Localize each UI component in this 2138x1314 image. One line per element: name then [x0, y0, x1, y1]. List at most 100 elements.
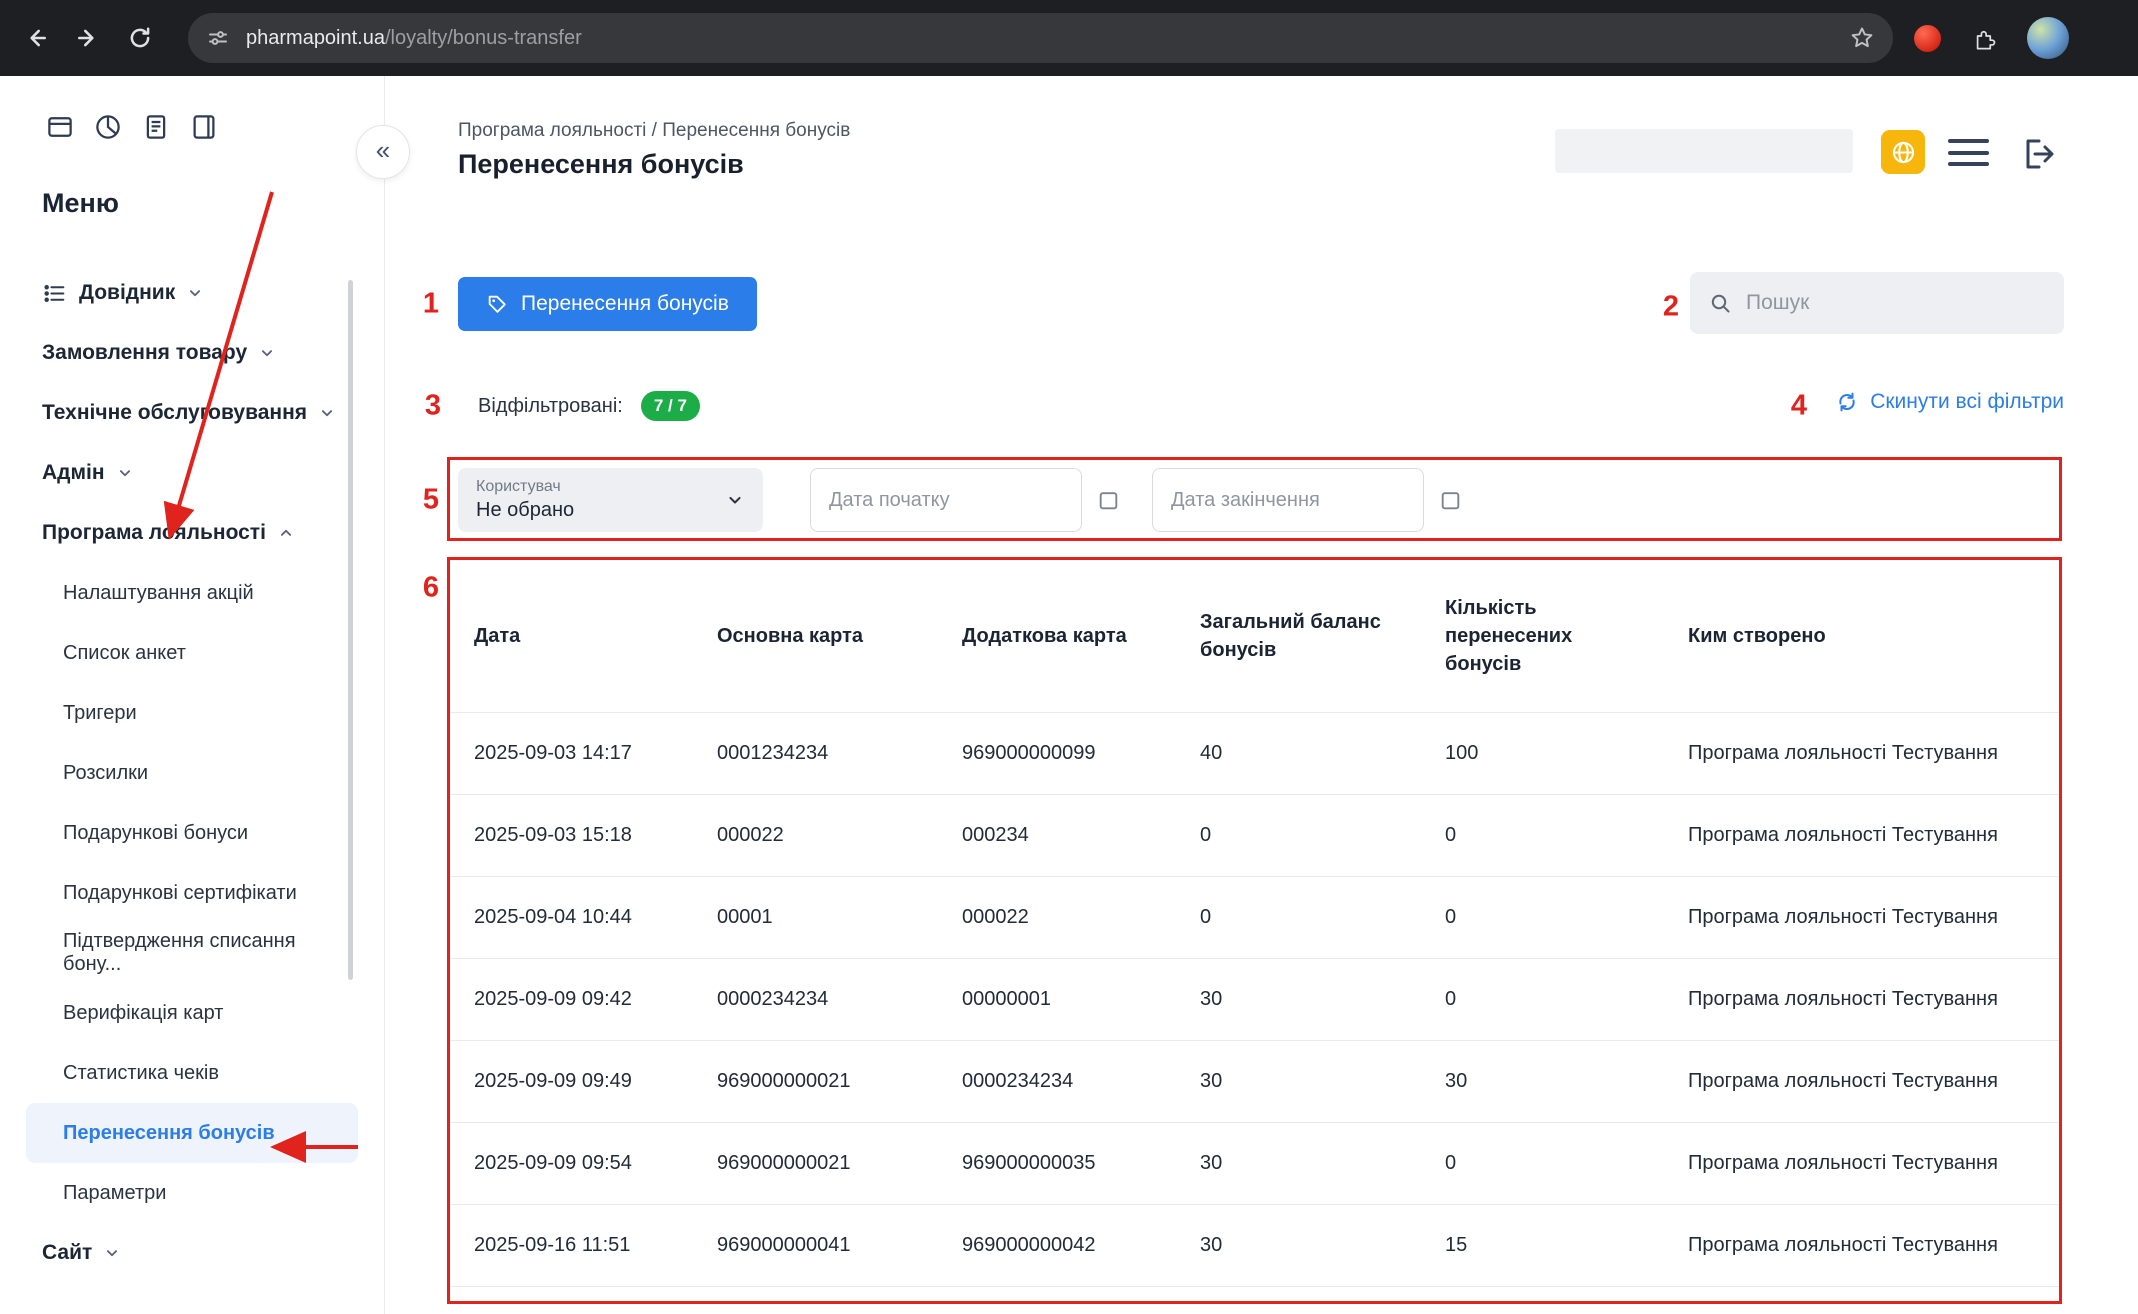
table-row[interactable]: 2025-09-09 09:42000023423400000001300Про…: [447, 959, 2062, 1041]
table-row[interactable]: 2025-09-03 14:17000123423496900000009940…: [447, 713, 2062, 795]
table-cell: 0000234234: [717, 988, 962, 1011]
sidebar-subitem[interactable]: Подарункові сертифікати: [26, 863, 358, 923]
search-input[interactable]: [1744, 290, 2046, 316]
table-body: 2025-09-03 14:17000123423496900000009940…: [447, 713, 2062, 1287]
date-end-input[interactable]: [1152, 468, 1424, 532]
site-settings-icon[interactable]: [206, 26, 230, 50]
table-cell: 30: [1200, 1152, 1445, 1175]
profile-avatar[interactable]: [2027, 17, 2069, 59]
date-end-field[interactable]: [1169, 488, 1438, 513]
chevron-down-icon: [725, 490, 745, 510]
sidebar-nav: Довідник Замовлення товару Технічне обсл…: [0, 263, 384, 1283]
table-cell: 000022: [962, 906, 1200, 929]
sidebar-item-maintenance[interactable]: Технічне обслуговування: [0, 383, 384, 443]
table-cell: 2025-09-03 15:18: [474, 824, 717, 847]
table-cell: 0: [1200, 906, 1445, 929]
table-cell: Програма лояльності Тестування: [1688, 988, 2035, 1011]
table-cell: 969000000021: [717, 1152, 962, 1175]
window-icon[interactable]: [45, 112, 75, 142]
column-header: Основна карта: [717, 622, 962, 650]
annotation-number-6: 6: [423, 572, 439, 605]
table-cell: 00000001: [962, 988, 1200, 1011]
table-cell: 2025-09-09 09:42: [474, 988, 717, 1011]
table-cell: 0: [1445, 988, 1688, 1011]
date-start-field[interactable]: [827, 488, 1096, 513]
logout-button[interactable]: [2018, 133, 2060, 175]
table-cell: 969000000021: [717, 1070, 962, 1093]
tag-icon: [486, 293, 508, 315]
table-row[interactable]: 2025-09-04 10:440000100002200Програма ло…: [447, 877, 2062, 959]
sidebar-item-label: Технічне обслуговування: [42, 401, 307, 425]
sidebar-item-loyalty[interactable]: Програма лояльності: [0, 503, 384, 563]
sidebar-item-label: Адмін: [42, 461, 105, 485]
sidebar-subitem[interactable]: Подарункові бонуси: [26, 803, 358, 863]
list-icon: [42, 281, 67, 306]
transfer-bonuses-button[interactable]: Перенесення бонусів: [458, 277, 757, 331]
sidebar-subitem[interactable]: Підтвердження списання бону...: [26, 923, 358, 983]
sidebar-subitem[interactable]: Налаштування акцій: [26, 563, 358, 623]
browser-forward-button[interactable]: [66, 16, 110, 60]
table-cell: 000022: [717, 824, 962, 847]
table-cell: 2025-09-16 11:51: [474, 1234, 717, 1257]
table-cell: 0: [1445, 824, 1688, 847]
main-content: Програма лояльності / Перенесення бонусі…: [385, 76, 2138, 1314]
table-row[interactable]: 2025-09-09 09:54969000000021969000000035…: [447, 1123, 2062, 1205]
sidebar-subitem[interactable]: Статистика чеків: [26, 1043, 358, 1103]
sync-icon: [1835, 390, 1859, 414]
annotation-number-3: 3: [425, 390, 441, 423]
table-cell: 2025-09-03 14:17: [474, 742, 717, 765]
sidebar-item-site[interactable]: Сайт: [0, 1223, 384, 1283]
sidebar-item-label: Замовлення товару: [42, 341, 247, 365]
bookmark-star-icon[interactable]: [1849, 25, 1875, 51]
search-box[interactable]: [1690, 272, 2064, 334]
sidebar-subitem[interactable]: Тригери: [26, 683, 358, 743]
extensions-puzzle-icon[interactable]: [1961, 16, 2005, 60]
browser-back-button[interactable]: [14, 16, 58, 60]
chevron-down-icon: [116, 464, 134, 482]
browser-window: pharmapoint.ua/loyalty/bonus-transfer Ме…: [0, 0, 2138, 1314]
book-icon[interactable]: [189, 112, 219, 142]
url-path: /loyalty/bonus-transfer: [385, 27, 582, 49]
table-row[interactable]: 2025-09-16 11:51969000000041969000000042…: [447, 1205, 2062, 1287]
table-row[interactable]: 2025-09-09 09:49969000000021000023423430…: [447, 1041, 2062, 1123]
table-row[interactable]: 2025-09-03 15:1800002200023400Програма л…: [447, 795, 2062, 877]
sidebar-subitem[interactable]: Перенесення бонусів: [26, 1103, 358, 1163]
pie-chart-icon[interactable]: [93, 112, 123, 142]
annotation-number-1: 1: [423, 288, 439, 321]
sidebar-subitem[interactable]: Розсилки: [26, 743, 358, 803]
browser-reload-button[interactable]: [118, 16, 162, 60]
user-filter-dropdown[interactable]: Користувач Не обрано: [458, 468, 763, 532]
table-cell: Програма лояльності Тестування: [1688, 1152, 2035, 1175]
adblock-extension-icon[interactable]: [1905, 16, 1949, 60]
hamburger-menu-icon[interactable]: [1948, 139, 1989, 166]
table-cell: 0: [1200, 824, 1445, 847]
table-cell: 0: [1445, 906, 1688, 929]
sidebar-item-label: Програма лояльності: [42, 521, 266, 545]
table-cell: 969000000099: [962, 742, 1200, 765]
calendar-icon[interactable]: [1438, 488, 1463, 513]
sidebar-collapse-button[interactable]: «: [356, 125, 410, 179]
sidebar-subitem[interactable]: Параметри: [26, 1163, 358, 1223]
table-cell: 40: [1200, 742, 1445, 765]
table-cell: 30: [1445, 1070, 1688, 1093]
chevron-down-icon: [318, 404, 336, 422]
document-icon[interactable]: [141, 112, 171, 142]
sidebar-item-admin[interactable]: Адмін: [0, 443, 384, 503]
sidebar-item-dovidnyk[interactable]: Довідник: [0, 263, 384, 323]
table-cell: 0: [1445, 1152, 1688, 1175]
date-start-input[interactable]: [810, 468, 1082, 532]
sidebar-item-orders[interactable]: Замовлення товару: [0, 323, 384, 383]
breadcrumb: Програма лояльності / Перенесення бонусі…: [458, 118, 850, 144]
sidebar-subitem[interactable]: Список анкет: [26, 623, 358, 683]
sidebar-item-label: Сайт: [42, 1241, 92, 1265]
language-button[interactable]: [1881, 130, 1925, 174]
calendar-icon[interactable]: [1096, 488, 1121, 513]
reset-filters-link[interactable]: Скинути всі фільтри: [1835, 390, 2064, 414]
sidebar-subitem[interactable]: Верифікація карт: [26, 983, 358, 1043]
table-header-row: ДатаОсновна картаДодаткова картаЗагальни…: [447, 559, 2062, 713]
sidebar-scrollbar[interactable]: [348, 280, 353, 980]
collapse-icon: «: [376, 135, 390, 166]
sidebar-quick-icons: [45, 112, 384, 142]
address-bar[interactable]: pharmapoint.ua/loyalty/bonus-transfer: [188, 13, 1893, 63]
table-cell: 30: [1200, 1070, 1445, 1093]
